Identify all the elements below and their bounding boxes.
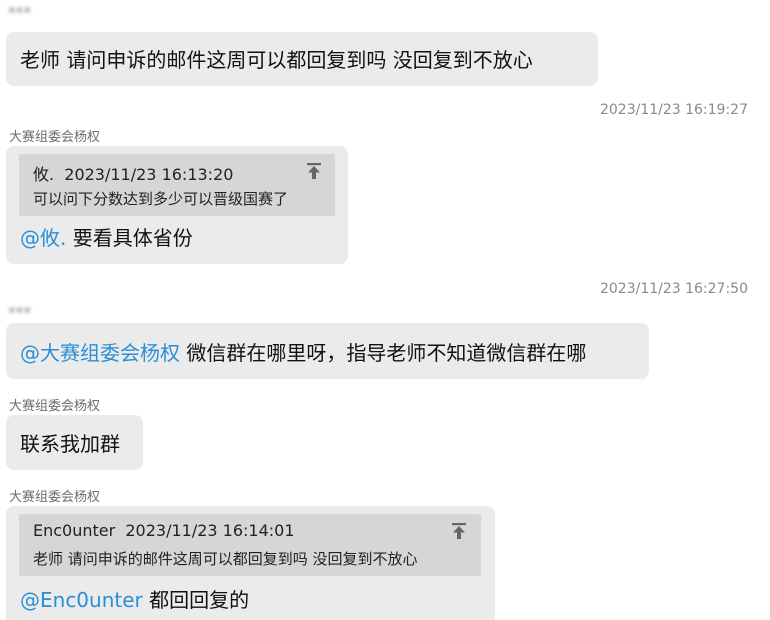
arrow-up-to-line-icon[interactable] bbox=[305, 162, 323, 180]
sender-name: ••• bbox=[8, 4, 32, 19]
quote-author: 攸. bbox=[33, 165, 55, 184]
quote-text: 可以问下分数达到多少可以晋级国赛了 bbox=[33, 190, 289, 208]
message-content: @攸. 要看具体省份 bbox=[20, 228, 193, 248]
sender-name: 大赛组委会杨权 bbox=[9, 130, 101, 145]
mention[interactable]: @Enc0unter bbox=[20, 588, 143, 612]
timestamp: 2023/11/23 16:27:50 bbox=[599, 281, 748, 297]
quote-text: 老师 请问申诉的邮件这周可以都回复到吗 没回复到不放心 bbox=[33, 550, 418, 568]
quote-author: Enc0unter bbox=[33, 521, 116, 540]
quoted-message[interactable]: Enc0unter 2023/11/23 16:14:01 老师 请问申诉的邮件… bbox=[19, 514, 481, 576]
quote-header: Enc0unter 2023/11/23 16:14:01 bbox=[33, 521, 295, 540]
message-bubble[interactable]: 联系我加群 bbox=[6, 415, 143, 470]
mention[interactable]: @攸. bbox=[20, 226, 66, 250]
mention[interactable]: @大赛组委会杨权 bbox=[20, 341, 180, 365]
chat-message-list: ••• 老师 请问申诉的邮件这周可以都回复到吗 没回复到不放心 2023/11/… bbox=[0, 0, 770, 620]
quote-time: 2023/11/23 16:14:01 bbox=[125, 521, 295, 540]
quote-time: 2023/11/23 16:13:20 bbox=[64, 165, 234, 184]
message-bubble[interactable]: @大赛组委会杨权 微信群在哪里呀，指导老师不知道微信群在哪 bbox=[6, 323, 649, 379]
message-text: 都回回复的 bbox=[149, 588, 250, 612]
message-text: 微信群在哪里呀，指导老师不知道微信群在哪 bbox=[186, 341, 587, 365]
message-text: 老师 请问申诉的邮件这周可以都回复到吗 没回复到不放心 bbox=[20, 48, 533, 72]
quote-header: 攸. 2023/11/23 16:13:20 bbox=[33, 161, 233, 185]
timestamp: 2023/11/23 16:19:27 bbox=[599, 102, 748, 118]
message-text: 联系我加群 bbox=[20, 432, 120, 456]
message-bubble[interactable]: 攸. 2023/11/23 16:13:20 可以问下分数达到多少可以晋级国赛了… bbox=[6, 146, 348, 264]
message-content: @大赛组委会杨权 微信群在哪里呀，指导老师不知道微信群在哪 bbox=[20, 343, 586, 363]
sender-name: 大赛组委会杨权 bbox=[9, 399, 101, 414]
sender-name: 大赛组委会杨权 bbox=[9, 490, 101, 505]
sender-name: ••• bbox=[8, 304, 32, 319]
arrow-up-to-line-icon[interactable] bbox=[450, 522, 468, 540]
message-bubble[interactable]: 老师 请问申诉的邮件这周可以都回复到吗 没回复到不放心 bbox=[6, 32, 598, 86]
message-text: 要看具体省份 bbox=[72, 226, 193, 250]
quoted-message[interactable]: 攸. 2023/11/23 16:13:20 可以问下分数达到多少可以晋级国赛了 bbox=[19, 154, 335, 216]
message-bubble[interactable]: Enc0unter 2023/11/23 16:14:01 老师 请问申诉的邮件… bbox=[6, 506, 495, 620]
message-content: @Enc0unter 都回回复的 bbox=[20, 590, 249, 610]
